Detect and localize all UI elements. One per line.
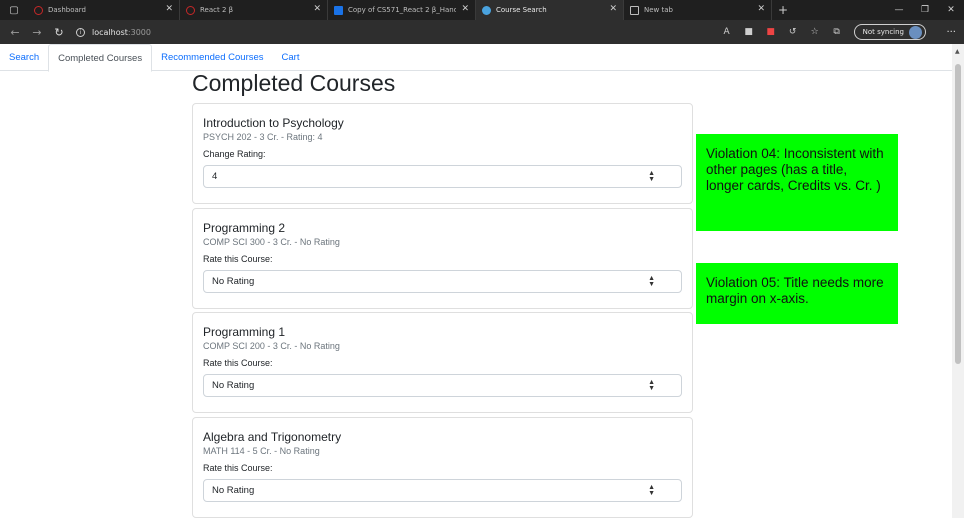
course-list: Introduction to Psychology PSYCH 202 - 3…: [192, 103, 693, 518]
site-info-icon[interactable]: i: [76, 27, 85, 37]
course-name: Programming 2: [203, 220, 286, 235]
course-card: Programming 1 COMP SCI 200 - 3 Cr. - No …: [192, 312, 693, 413]
new-tab-page-icon: [630, 5, 639, 15]
rating-select-value: 4: [212, 171, 218, 182]
refresh-extension-icon[interactable]: ↺: [782, 20, 804, 44]
tab-title: Course Search: [496, 6, 547, 14]
react-logo-icon: [482, 5, 491, 15]
url-host: localhost: [92, 27, 128, 37]
tab-cart[interactable]: Cart: [273, 44, 309, 71]
course-name: Programming 1: [203, 325, 286, 339]
url-field[interactable]: i localhost:3000: [76, 23, 151, 41]
react-favicon-icon: [186, 5, 195, 15]
page-title: Completed Courses: [192, 70, 396, 96]
back-arrow-icon[interactable]: ←: [4, 20, 26, 44]
rating-select-value: No Rating: [212, 484, 255, 496]
browser-tab-bar: ▢ Dashboard ✕ React 2 β ✕ Copy of CS571_…: [0, 0, 964, 20]
tab-completed-courses[interactable]: Completed Courses: [48, 44, 153, 72]
tab-title: New tab: [644, 6, 673, 14]
collections-icon[interactable]: ⧉: [826, 20, 848, 44]
browser-tab-dashboard[interactable]: Dashboard ✕: [28, 0, 180, 20]
read-aloud-icon[interactable]: A: [716, 20, 738, 44]
browser-tab-react2[interactable]: React 2 β ✕: [180, 0, 328, 20]
favorites-star-icon[interactable]: ☆: [804, 20, 826, 44]
toolbar-icons: A ■ ■ ↺ ☆ ⧉ Not syncing: [716, 20, 926, 44]
window-controls: — ❐ ✕: [886, 0, 964, 20]
close-tab-icon[interactable]: ✕: [461, 4, 469, 14]
course-meta: COMP SCI 300 - 3 Cr. - No Rating: [203, 236, 340, 247]
extension-red-icon[interactable]: ■: [760, 20, 782, 44]
app-nav-tabs: Search Completed Courses Recommended Cou…: [0, 44, 952, 72]
course-meta: PSYCH 202 - 3 Cr. - Rating: 4: [203, 132, 323, 142]
address-bar: ← → ↻ i localhost:3000 A ■ ■ ↺ ☆ ⧉ Not s…: [0, 20, 964, 44]
reload-icon[interactable]: ↻: [48, 20, 70, 44]
rating-label: Rate this Course:: [203, 253, 273, 264]
page-scrollbar[interactable]: ▲: [952, 44, 964, 518]
rating-label: Change Rating:: [203, 149, 266, 159]
tab-title: React 2 β: [200, 6, 234, 14]
rating-label: Rate this Course:: [203, 462, 273, 473]
window-menu-icon[interactable]: ▢: [0, 0, 28, 20]
tab-title: Dashboard: [48, 6, 86, 14]
violation-note-05: Violation 05: Title needs more margin on…: [696, 263, 898, 324]
select-caret-icon: ▲ ▼: [648, 483, 655, 497]
rating-select[interactable]: No Rating ▲ ▼: [203, 374, 682, 397]
forward-arrow-icon[interactable]: →: [26, 20, 48, 44]
close-tab-icon[interactable]: ✕: [313, 4, 321, 14]
course-name: Introduction to Psychology: [203, 116, 344, 130]
rating-label: Rate this Course:: [203, 358, 273, 368]
browser-tab-course-search[interactable]: Course Search ✕: [476, 0, 624, 20]
select-caret-icon: ▲ ▼: [648, 379, 655, 392]
course-name: Algebra and Trigonometry: [203, 429, 342, 444]
select-caret-icon: ▲ ▼: [648, 274, 655, 288]
tab-recommended-courses[interactable]: Recommended Courses: [152, 44, 272, 71]
new-tab-plus-icon[interactable]: +: [774, 3, 792, 17]
page-content: Search Completed Courses Recommended Cou…: [0, 44, 952, 518]
close-tab-icon[interactable]: ✕: [165, 4, 173, 14]
select-caret-icon: ▲ ▼: [648, 170, 655, 183]
sync-label: Not syncing: [862, 28, 904, 36]
rating-select-value: No Rating: [212, 380, 255, 391]
course-card: Introduction to Psychology PSYCH 202 - 3…: [192, 103, 693, 204]
close-tab-icon[interactable]: ✕: [757, 4, 765, 14]
minimize-icon[interactable]: —: [886, 0, 912, 20]
dashboard-favicon-icon: [34, 5, 43, 15]
tab-search[interactable]: Search: [0, 44, 48, 71]
docs-favicon-icon: [334, 5, 343, 15]
avatar: [909, 25, 922, 39]
scroll-up-icon[interactable]: ▲: [955, 48, 960, 55]
course-meta: COMP SCI 200 - 3 Cr. - No Rating: [203, 341, 340, 351]
extension-icon[interactable]: ■: [738, 20, 760, 44]
rating-select-value: No Rating: [212, 275, 255, 287]
course-card: Programming 2 COMP SCI 300 - 3 Cr. - No …: [192, 207, 693, 309]
restore-icon[interactable]: ❐: [912, 0, 938, 20]
course-card: Algebra and Trigonometry MATH 114 - 5 Cr…: [192, 416, 693, 518]
browser-tab-new[interactable]: New tab ✕: [624, 0, 772, 20]
close-window-icon[interactable]: ✕: [938, 0, 964, 20]
profile-sync-button[interactable]: Not syncing: [853, 24, 926, 40]
violation-note-04: Violation 04: Inconsistent with other pa…: [696, 134, 898, 231]
scrollbar-thumb[interactable]: [955, 64, 961, 364]
tab-title: Copy of CS571_React 2 β_Hands: [348, 6, 456, 14]
browser-tab-docs[interactable]: Copy of CS571_React 2 β_Hands ✕: [328, 0, 476, 20]
more-menu-icon[interactable]: ···: [946, 20, 956, 44]
rating-select[interactable]: 4 ▲ ▼: [203, 165, 682, 188]
course-meta: MATH 114 - 5 Cr. - No Rating: [203, 445, 320, 456]
rating-select[interactable]: No Rating ▲ ▼: [203, 269, 682, 293]
rating-select[interactable]: No Rating ▲ ▼: [203, 478, 682, 502]
close-tab-icon[interactable]: ✕: [609, 4, 617, 14]
url-port: :3000: [127, 27, 151, 37]
